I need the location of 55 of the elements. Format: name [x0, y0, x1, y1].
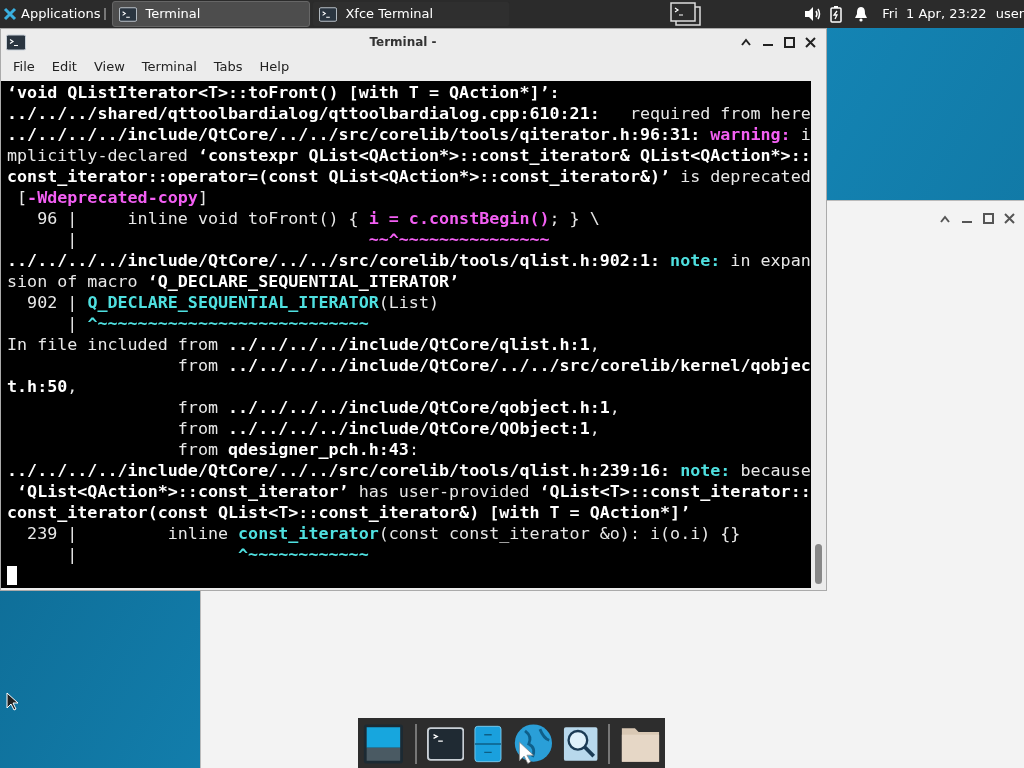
terminal-line: In file included from ../../../../include/QtCore/qlist.h:1, — [7, 334, 600, 355]
terminal-icon[interactable] — [426, 725, 464, 763]
close-icon[interactable] — [805, 36, 816, 48]
menu-item[interactable]: File — [13, 57, 35, 77]
menu-item[interactable]: Terminal — [141, 57, 197, 77]
scrollbar-thumb[interactable] — [814, 544, 822, 584]
text-cursor — [7, 566, 17, 585]
terminal-line: mplicitly-declared ‘constexpr QList<QAction*>::const_iterator& QList<QAction*>:: — [7, 145, 811, 166]
terminal-line: from ../../../../include/QtCore/qobject.h:1, — [176, 397, 620, 418]
menu-item[interactable]: Help — [259, 57, 290, 77]
applications-menu[interactable]: Applications — [0, 0, 105, 28]
menu-item[interactable]: Tabs — [213, 57, 243, 77]
terminal-line: t.h:50, — [7, 376, 78, 397]
terminal-line: ‘void QListIterator<T>::toFront() [with T = QAction*]’: — [7, 82, 560, 103]
terminal-line: from ../../../../include/QtCore/QObject:1, — [176, 418, 600, 439]
terminal-icon — [6, 33, 26, 51]
terminal-line: ../../../../include/QtCore/../../src/corelib/tools/qlist.h:902:1: note: in expan — [7, 250, 811, 271]
show-desktop-icon[interactable] — [362, 721, 405, 767]
terminal-line: 239 | inline const_iterator(const const_iterator &o): i(o.i) {} — [26, 523, 741, 544]
terminal-line: ‘QList<QAction*>::const_iterator’ has user-provided ‘QList<T>::const_iterator:: — [16, 481, 811, 502]
terminal-line: ../../../../include/QtCore/../../src/corelib/tools/qiterator.h:96:31: warning: i — [7, 124, 811, 145]
user-name[interactable]: user — [995, 4, 1024, 24]
terminal-line: 96 | inline void toFront() { i = c.constBegin(); } \ — [36, 208, 600, 229]
xfce-logo-icon — [3, 7, 17, 21]
terminal-icon — [119, 6, 138, 22]
shade-icon[interactable] — [740, 37, 752, 47]
notification-bell-icon[interactable] — [854, 6, 869, 22]
menu-item[interactable]: View — [93, 57, 125, 77]
terminal-line: sion of macro ‘Q_DECLARE_SEQUENTIAL_ITERATOR’ — [7, 271, 460, 292]
terminal-line: from qdesigner_pch.h:43: — [176, 439, 419, 460]
mouse-pointer-icon — [6, 692, 19, 711]
shade-icon[interactable] — [939, 213, 951, 224]
taskbar-button[interactable]: Xfce Terminal — [312, 1, 511, 27]
terminal-line: ../../../shared/qttoolbardialog/qttoolbardialog.cpp:610:21: required from here — [7, 103, 811, 124]
terminal-line: | ^~~~~~~~~~~~~~~~~~~~~~~~~~~~ — [66, 313, 369, 334]
volume-icon[interactable] — [804, 6, 823, 22]
terminal-line: const_iterator::operator=(const QList<QAction*>::const_iterator&)’ is deprecated — [7, 166, 811, 187]
menu-item[interactable]: Edit — [51, 57, 77, 77]
terminal-line: | ~~^~~~~~~~~~~~~~~~ — [66, 229, 550, 250]
window-title: Terminal - — [368, 34, 438, 51]
clock[interactable]: Fri 1 Apr, 23:22 — [882, 4, 987, 24]
terminal-line: 902 | Q_DECLARE_SEQUENTIAL_ITERATOR(List) — [26, 292, 439, 313]
terminal-line: [-Wdeprecated-copy] — [16, 187, 208, 208]
terminal-line: const_iterator(const QList<T>::const_iterator&) [with T = QAction*]’ — [7, 502, 691, 523]
taskbar-button[interactable]: Terminal — [112, 1, 311, 27]
close-icon[interactable] — [1004, 213, 1015, 224]
terminal-icon — [319, 6, 338, 22]
terminal-line: | ^~~~~~~~~~~~~ — [66, 544, 369, 565]
terminal-line: from ../../../../include/QtCore/../../src/corelib/kernel/qobjec — [176, 355, 811, 376]
maximize-icon[interactable] — [983, 213, 994, 224]
battery-icon[interactable] — [830, 5, 843, 23]
terminal-line: ../../../../include/QtCore/../../src/corelib/tools/qlist.h:239:16: note: because — [7, 460, 811, 481]
magnifier-icon[interactable] — [562, 725, 599, 763]
file-cabinet-icon[interactable] — [473, 724, 502, 764]
maximize-icon[interactable] — [784, 36, 795, 48]
